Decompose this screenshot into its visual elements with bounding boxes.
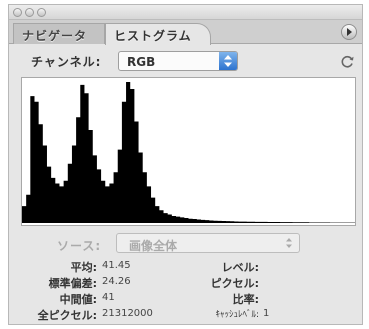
pixels-label: ピクセル:	[210, 277, 259, 290]
total-pixels-value: 21312000	[102, 308, 153, 319]
histogram-panel: ナビゲータ ヒストグラム チャンネル: RGB ソース: 画像全体 平均: 41…	[8, 4, 363, 325]
cache-level-label: ｷｬｯｼｭﾚﾍﾞﾙ:	[215, 310, 259, 320]
close-button[interactable]	[13, 8, 22, 17]
percentile-label: 比率:	[232, 293, 259, 306]
tab-histogram[interactable]: ヒストグラム	[105, 23, 211, 45]
tab-navigator[interactable]: ナビゲータ	[13, 23, 105, 44]
select-arrows-icon	[285, 236, 293, 253]
median-value: 41	[102, 292, 115, 303]
total-pixels-label: 全ピクセル:	[37, 309, 97, 322]
select-arrows-icon	[219, 52, 237, 70]
std-dev-label: 標準偏差:	[48, 277, 97, 290]
source-value: 画像全体	[129, 239, 178, 253]
histogram-graph	[22, 82, 355, 223]
refresh-icon	[341, 55, 353, 68]
channel-label: チャンネル:	[31, 55, 102, 69]
cache-level-value: 1	[263, 308, 270, 319]
refresh-button[interactable]	[338, 52, 356, 70]
title-bar[interactable]	[9, 5, 362, 20]
source-label: ソース:	[57, 239, 102, 253]
std-dev-value: 24.26	[102, 276, 131, 287]
channel-value: RGB	[127, 55, 156, 69]
panel-menu-button[interactable]	[341, 24, 357, 40]
mean-value: 41.45	[102, 260, 131, 271]
source-select[interactable]: 画像全体	[116, 233, 300, 253]
median-label: 中間値:	[59, 293, 97, 306]
triangle-right-icon	[347, 28, 352, 36]
histogram-display	[21, 77, 356, 226]
zoom-button[interactable]	[37, 8, 46, 17]
mean-label: 平均:	[70, 261, 97, 274]
histogram-curve	[22, 82, 355, 223]
minimize-button[interactable]	[25, 8, 34, 17]
tab-bar: ナビゲータ ヒストグラム	[9, 20, 362, 45]
level-label: レベル:	[221, 261, 259, 274]
channel-select[interactable]: RGB	[118, 51, 238, 71]
